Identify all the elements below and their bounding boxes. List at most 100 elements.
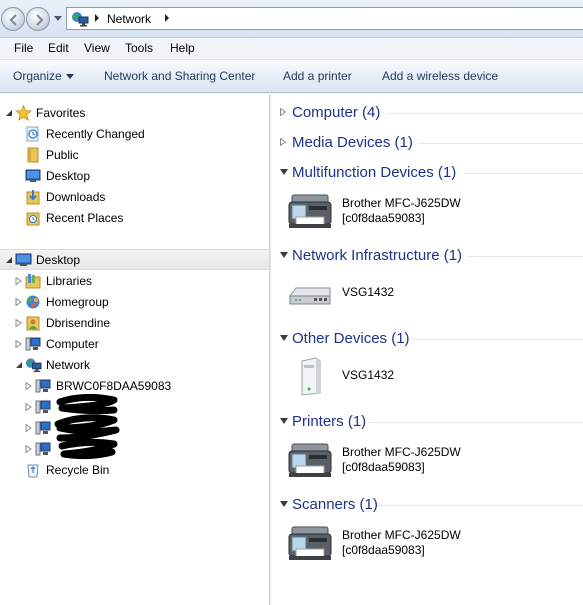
collapse-arrow-icon[interactable] bbox=[280, 500, 288, 508]
menu-bar: File Edit View Tools Help bbox=[0, 38, 583, 60]
group-header: Media Devices (1) bbox=[292, 134, 413, 151]
breadcrumb-separator-icon[interactable] bbox=[163, 13, 171, 23]
nav-desktop-root[interactable]: Desktop bbox=[0, 249, 269, 270]
expand-arrow-icon[interactable] bbox=[25, 445, 32, 453]
add-printer-button[interactable]: Add a printer bbox=[283, 69, 352, 83]
group-header: Other Devices (1) bbox=[292, 330, 410, 347]
expand-arrow-icon[interactable] bbox=[25, 424, 32, 432]
expand-arrow-icon[interactable] bbox=[15, 277, 22, 285]
network-icon bbox=[72, 12, 89, 27]
nav-item-recently-changed[interactable]: Recently Changed bbox=[0, 124, 269, 144]
nav-item-network-device-redacted[interactable] bbox=[0, 418, 269, 438]
group-divider bbox=[464, 173, 583, 174]
nav-item-network-device[interactable]: BRWC0F8DAA59083 bbox=[0, 376, 269, 396]
collapse-arrow-icon[interactable] bbox=[280, 417, 288, 425]
collapse-arrow-icon[interactable] bbox=[280, 168, 288, 176]
homegroup-icon bbox=[26, 295, 40, 309]
device-name: Brother MFC-J625DW bbox=[342, 445, 461, 459]
group-media-devices[interactable]: Media Devices (1) bbox=[272, 130, 583, 154]
address-field[interactable]: Network bbox=[66, 7, 583, 30]
group-header: Network Infrastructure (1) bbox=[292, 247, 463, 264]
desktop-icon bbox=[15, 253, 32, 266]
group-divider bbox=[387, 113, 583, 114]
device-router[interactable]: VSG1432 bbox=[286, 274, 576, 318]
desktop-icon bbox=[25, 169, 41, 182]
nav-item-libraries[interactable]: Libraries bbox=[0, 271, 269, 291]
nav-favorites[interactable]: Favorites bbox=[0, 103, 269, 123]
expand-arrow-icon[interactable] bbox=[25, 403, 32, 411]
nav-item-network[interactable]: Network bbox=[0, 355, 269, 375]
group-printers[interactable]: Printers (1) bbox=[272, 409, 583, 433]
nav-item-desktop[interactable]: Desktop bbox=[0, 166, 269, 186]
nav-item-public[interactable]: Public bbox=[0, 145, 269, 165]
nav-item-network-device-redacted[interactable] bbox=[0, 439, 269, 459]
group-network-infrastructure[interactable]: Network Infrastructure (1) bbox=[272, 243, 583, 267]
menu-tools[interactable]: Tools bbox=[125, 41, 153, 55]
menu-file[interactable]: File bbox=[14, 41, 33, 55]
nav-item-downloads[interactable]: Downloads bbox=[0, 187, 269, 207]
menu-help[interactable]: Help bbox=[170, 41, 195, 55]
redaction-scribble bbox=[54, 394, 120, 460]
collapse-arrow-icon[interactable] bbox=[15, 361, 23, 369]
menu-edit[interactable]: Edit bbox=[48, 41, 69, 55]
nav-item-label: Recent Places bbox=[46, 211, 124, 225]
collapse-arrow-icon[interactable] bbox=[280, 251, 288, 259]
recently-changed-icon bbox=[26, 126, 39, 142]
user-folder-icon bbox=[26, 316, 40, 331]
device-other[interactable]: VSG1432 bbox=[286, 357, 576, 401]
expand-arrow-icon[interactable] bbox=[280, 138, 286, 146]
collapse-arrow-icon[interactable] bbox=[280, 334, 288, 342]
group-multifunction-devices[interactable]: Multifunction Devices (1) bbox=[272, 160, 583, 184]
nav-desktop-label: Desktop bbox=[36, 253, 81, 267]
recent-pages-dropdown-icon[interactable] bbox=[54, 16, 62, 22]
printer-icon bbox=[288, 526, 332, 560]
group-other-devices[interactable]: Other Devices (1) bbox=[272, 326, 583, 350]
navigation-pane: Favorites Recently Changed Public Deskto… bbox=[0, 94, 269, 605]
expand-arrow-icon[interactable] bbox=[15, 319, 22, 327]
nav-item-homegroup[interactable]: Homegroup bbox=[0, 292, 269, 312]
recent-places-icon bbox=[26, 212, 40, 226]
organize-button[interactable]: Organize bbox=[13, 69, 62, 83]
content-pane: Computer (4) Media Devices (1) Multifunc… bbox=[272, 94, 583, 605]
group-header: Computer (4) bbox=[292, 104, 381, 121]
expand-arrow-icon[interactable] bbox=[25, 382, 32, 390]
device-name: Brother MFC-J625DW bbox=[342, 196, 461, 210]
menu-view[interactable]: View bbox=[84, 41, 110, 55]
nav-item-dbrisendine[interactable]: Dbrisendine bbox=[0, 313, 269, 333]
nav-item-network-device-redacted[interactable] bbox=[0, 397, 269, 417]
nav-item-label: Public bbox=[46, 148, 79, 162]
expand-arrow-icon[interactable] bbox=[15, 340, 22, 348]
nav-item-computer[interactable]: Computer bbox=[0, 334, 269, 354]
chevron-down-icon[interactable] bbox=[66, 74, 74, 79]
libraries-icon bbox=[25, 274, 41, 289]
computer-icon bbox=[35, 400, 51, 414]
pane-splitter[interactable] bbox=[269, 94, 271, 605]
computer-icon bbox=[25, 337, 41, 351]
group-scanners[interactable]: Scanners (1) bbox=[272, 492, 583, 516]
device-multifunction-printer[interactable]: Brother MFC-J625DW [c0f8daa59083] bbox=[286, 191, 576, 235]
add-wireless-device-button[interactable]: Add a wireless device bbox=[382, 69, 498, 83]
nav-item-recent-places[interactable]: Recent Places bbox=[0, 208, 269, 228]
nav-item-label: Desktop bbox=[46, 169, 91, 183]
nav-item-label: Downloads bbox=[46, 190, 106, 204]
back-button[interactable] bbox=[1, 7, 25, 31]
group-computer[interactable]: Computer (4) bbox=[272, 100, 583, 124]
nav-item-label: Network bbox=[46, 358, 91, 372]
address-toolbar: Network bbox=[0, 0, 583, 38]
expand-arrow-icon[interactable] bbox=[15, 298, 22, 306]
nav-item-recycle-bin[interactable]: Recycle Bin bbox=[0, 460, 269, 480]
collapse-arrow-icon[interactable] bbox=[5, 109, 13, 117]
forward-button[interactable] bbox=[26, 7, 50, 31]
collapse-arrow-icon[interactable] bbox=[5, 256, 13, 264]
nav-item-label: Libraries bbox=[46, 274, 93, 288]
device-scanner[interactable]: Brother MFC-J625DW [c0f8daa59083] bbox=[286, 523, 576, 567]
device-printer[interactable]: Brother MFC-J625DW [c0f8daa59083] bbox=[286, 440, 576, 484]
breadcrumb-network[interactable]: Network bbox=[107, 12, 151, 26]
breadcrumb-separator-icon[interactable] bbox=[93, 13, 101, 23]
network-sharing-center-button[interactable]: Network and Sharing Center bbox=[104, 69, 255, 83]
computer-icon bbox=[35, 442, 51, 456]
printer-icon bbox=[288, 194, 332, 228]
arrow-left-icon bbox=[9, 14, 17, 26]
group-divider bbox=[369, 422, 583, 423]
expand-arrow-icon[interactable] bbox=[280, 108, 286, 116]
